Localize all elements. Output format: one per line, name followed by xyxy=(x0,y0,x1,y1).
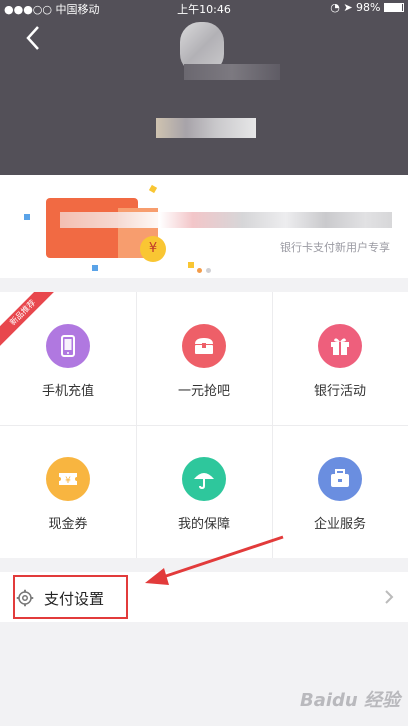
chevron-right-icon xyxy=(385,590,394,604)
grid-item-one-yuan-grab[interactable]: 一元抢吧 xyxy=(136,292,272,425)
grid-item-enterprise-service[interactable]: 企业服务 xyxy=(272,425,408,558)
umbrella-icon xyxy=(182,457,226,501)
grid-item-label: 企业服务 xyxy=(313,517,366,532)
treasure-icon xyxy=(182,324,226,368)
carousel-dot-active[interactable] xyxy=(197,268,202,273)
highlight-box xyxy=(13,575,128,619)
status-bar: ●●●○○ 中国移动 上午10:46 ◔ ➤ 98% xyxy=(0,0,408,16)
confetti-icon xyxy=(24,214,30,220)
grid-item-my-protection[interactable]: 我的保障 xyxy=(136,425,272,558)
account-level-blurred xyxy=(184,64,280,80)
coin-icon: ¥ xyxy=(140,236,166,262)
grid-item-label: 现金券 xyxy=(48,517,88,532)
grid-item-label: 银行活动 xyxy=(313,384,366,399)
new-recommend-ribbon: 新品推荐 xyxy=(0,292,60,352)
battery-status: ◔ ➤ 98% xyxy=(330,1,404,14)
banner-title-blurred xyxy=(60,212,392,228)
grid-item-label: 我的保障 xyxy=(177,517,230,532)
carousel-indicator xyxy=(0,268,408,273)
back-arrow-icon[interactable] xyxy=(22,24,46,52)
profile-header: ●●●○○ 中国移动 上午10:46 ◔ ➤ 98% xyxy=(0,0,408,175)
grid-item-cash-coupon[interactable]: ¥ 现金券 xyxy=(0,425,136,558)
banner-caption: 银行卡支付新用户专享 xyxy=(280,241,390,254)
grid-item-label: 手机充值 xyxy=(41,384,94,399)
grid-item-bank-activity[interactable]: 银行活动 xyxy=(272,292,408,425)
briefcase-icon xyxy=(318,457,362,501)
carousel-dot[interactable] xyxy=(206,268,211,273)
battery-icon xyxy=(384,3,404,12)
account-name-blurred xyxy=(156,118,256,138)
battery-label: 98% xyxy=(356,1,381,14)
new-recommend-badge: 新品推荐 xyxy=(0,292,60,350)
coupon-icon: ¥ xyxy=(46,457,90,501)
grid-item-label: 一元抢吧 xyxy=(177,384,230,399)
watermark: Baidu 经验 xyxy=(299,690,400,711)
svg-text:¥: ¥ xyxy=(65,476,71,486)
gift-icon xyxy=(318,324,362,368)
